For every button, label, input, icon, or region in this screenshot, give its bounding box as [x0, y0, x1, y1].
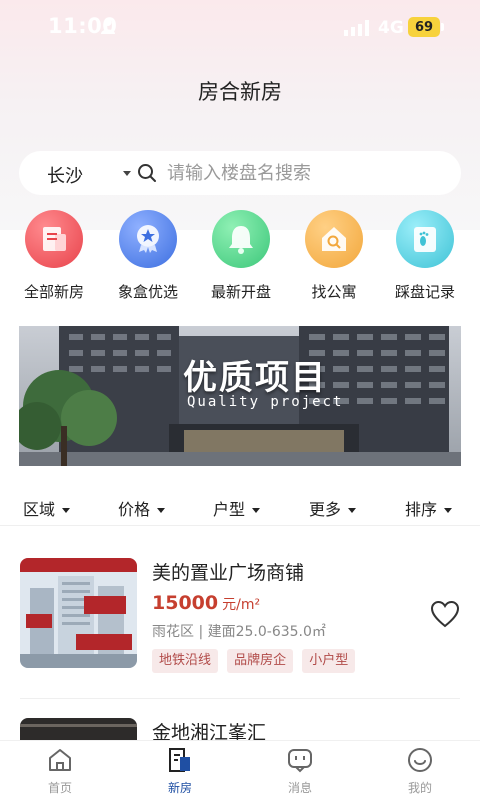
quick-nav-item-latest-open[interactable]: 最新开盘: [195, 210, 287, 302]
filter-label: 价格: [118, 500, 151, 519]
tab-label: 消息: [287, 781, 312, 795]
filter-price[interactable]: 价格: [118, 496, 166, 520]
city-selector[interactable]: 长沙: [47, 162, 83, 188]
listing-thumbnail: [20, 558, 137, 668]
signal-icon: [344, 20, 369, 36]
heart-icon[interactable]: [430, 600, 460, 628]
quick-nav-item-all-new[interactable]: 全部新房: [8, 210, 100, 302]
listing-thumbnail: [20, 718, 137, 740]
caret-down-icon: [444, 508, 453, 513]
listing-price: 15000 元/m²: [152, 592, 260, 614]
banner-subtitle: Quality project: [187, 394, 344, 410]
filter-layout[interactable]: 户型: [213, 496, 261, 520]
tab-label: 我的: [407, 781, 432, 795]
building-doc-icon: [25, 210, 83, 268]
battery-tip: [441, 23, 444, 31]
listing-card[interactable]: 美的置业广场商铺 15000 元/m² 雨花区 | 建面25.0-635.0㎡ 地…: [0, 558, 480, 678]
battery-icon: 69: [408, 17, 440, 37]
banner-title: 优质项目: [183, 358, 327, 398]
tag-list: 地铁沿线 品牌房企 小户型: [152, 649, 359, 673]
footprint-icon: [396, 210, 454, 268]
tab-bar: 首页 新房 消息 我的: [0, 740, 480, 800]
quick-nav-item-apartment[interactable]: 找公寓: [288, 210, 380, 302]
filter-sort[interactable]: 排序: [405, 496, 453, 520]
promo-banner[interactable]: 优质项目 Quality project: [19, 326, 461, 466]
filter-region[interactable]: 区域: [23, 496, 71, 520]
quick-nav-label: 全部新房: [23, 283, 84, 301]
tag: 小户型: [302, 649, 356, 673]
tab-label: 新房: [167, 781, 192, 795]
caret-down-icon: [157, 508, 166, 513]
building-icon: [169, 748, 190, 772]
quick-nav-label: 最新开盘: [210, 283, 271, 301]
caret-down-icon: [348, 508, 357, 513]
divider: [20, 698, 460, 699]
tab-label: 首页: [47, 781, 72, 795]
bell-icon: [212, 210, 270, 268]
listing-name: 金地湘江峯汇: [152, 722, 267, 740]
page-title: 房合新房: [198, 80, 282, 104]
price-value: 15000: [152, 592, 219, 614]
quick-nav-item-featured[interactable]: 象盒优选: [102, 210, 194, 302]
tag: 地铁沿线: [152, 649, 219, 673]
tab-new-homes[interactable]: 新房: [140, 747, 220, 796]
home-icon: [49, 749, 71, 771]
filter-label: 排序: [405, 500, 438, 519]
battery-level: 69: [414, 19, 434, 35]
quick-nav-label: 象盒优选: [117, 283, 178, 301]
quick-nav-label: 找公寓: [311, 283, 357, 301]
filter-label: 区域: [23, 500, 56, 519]
caret-down-icon: [62, 508, 71, 513]
star-medal-icon: [119, 210, 177, 268]
tab-profile[interactable]: 我的: [380, 747, 460, 796]
listing-name: 美的置业广场商铺: [152, 562, 305, 584]
filter-more[interactable]: 更多: [309, 496, 357, 520]
search-bar: 长沙: [19, 151, 461, 195]
search-icon: [138, 164, 156, 182]
network-label: 4G: [378, 18, 404, 38]
chevron-down-icon[interactable]: [123, 171, 131, 176]
search-house-icon: [305, 210, 363, 268]
quick-nav: 全部新房 象盒优选 最新开盘 找公寓 踩盘记录: [0, 210, 480, 306]
quick-nav-item-visit-record[interactable]: 踩盘记录: [379, 210, 471, 302]
caret-down-icon: [252, 508, 261, 513]
filter-label: 户型: [213, 500, 246, 519]
person-icon: [101, 19, 115, 34]
price-unit: 元/m²: [222, 597, 261, 613]
tab-home[interactable]: 首页: [20, 747, 100, 796]
message-icon: [288, 749, 312, 773]
quick-nav-label: 踩盘记录: [394, 283, 455, 301]
filter-bar: 区域 价格 户型 更多 排序: [0, 488, 480, 526]
smile-icon: [408, 748, 432, 772]
filter-label: 更多: [309, 500, 342, 519]
status-bar: 11:00 4G 69: [0, 0, 480, 56]
listing-meta: 雨花区 | 建面25.0-635.0㎡: [152, 624, 326, 640]
tab-messages[interactable]: 消息: [260, 747, 340, 796]
search-input[interactable]: [167, 159, 447, 187]
listing-card[interactable]: 金地湘江峯汇: [0, 718, 480, 740]
tag: 品牌房企: [227, 649, 294, 673]
